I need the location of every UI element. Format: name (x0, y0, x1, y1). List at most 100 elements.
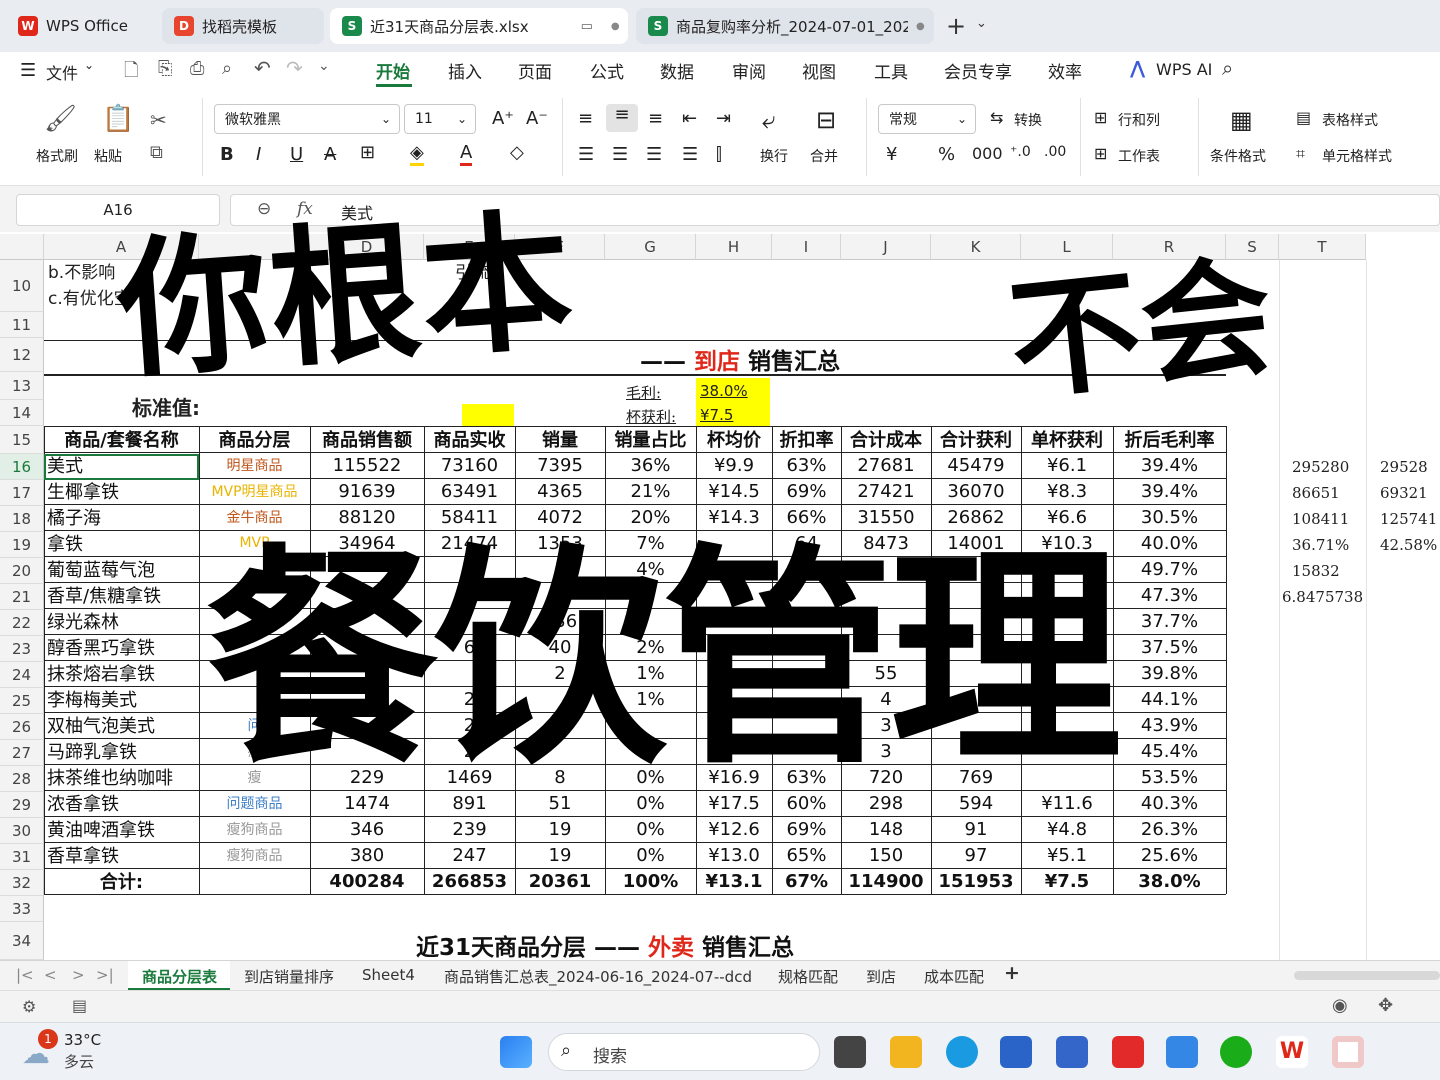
font-color-icon[interactable]: A (460, 142, 473, 166)
total-cell[interactable]: ¥7.5 (1021, 868, 1113, 894)
table-cell[interactable]: 27681 (841, 452, 931, 478)
row-header[interactable]: 16 (0, 454, 44, 480)
total-cell[interactable] (199, 868, 310, 894)
eye-icon[interactable]: ◉ (1332, 995, 1348, 1016)
row-header[interactable]: 17 (0, 480, 44, 506)
wps-ai-button[interactable]: WPS AI (1156, 60, 1212, 79)
increase-font-icon[interactable]: A⁺ (492, 108, 514, 129)
table-cell[interactable]: 37.7% (1113, 608, 1226, 634)
column-header[interactable]: G (605, 234, 696, 260)
table-cell[interactable]: 浓香拿铁 (44, 790, 199, 816)
table-cell[interactable]: 绿光森林 (44, 608, 199, 634)
row-header[interactable]: 20 (0, 558, 44, 584)
redo-icon[interactable]: ↷ (286, 56, 303, 80)
table-cell[interactable]: 44.1% (1113, 686, 1226, 712)
align-middle-icon[interactable]: ≡ (606, 104, 638, 132)
print-preview-icon[interactable]: ⌕ (222, 58, 232, 79)
sheet-tab[interactable]: 商品分层表 (142, 966, 217, 987)
number-format-select[interactable]: 常规 ⌄ (878, 104, 976, 134)
align-bottom-icon[interactable]: ≡ (648, 108, 663, 129)
table-cell[interactable]: 瘦狗商品 (199, 842, 310, 868)
table-cell[interactable]: ¥14.5 (696, 478, 772, 504)
sheet-tab[interactable]: 成本匹配 (924, 966, 984, 987)
table-cell[interactable]: 45479 (931, 452, 1021, 478)
table-cell[interactable]: 37.5% (1113, 634, 1226, 660)
table-cell[interactable]: 97 (931, 842, 1021, 868)
table-cell[interactable]: 香草/焦糖拿铁 (44, 582, 199, 608)
huawei-icon[interactable] (1112, 1036, 1144, 1068)
table-cell[interactable]: 45.4% (1113, 738, 1226, 764)
table-cell[interactable]: 69% (772, 478, 841, 504)
column-header[interactable]: I (772, 234, 841, 260)
table-header[interactable]: 合计获利 (931, 426, 1021, 452)
table-header[interactable]: 商品销售额 (310, 426, 424, 452)
side-value[interactable]: 108411 (1292, 510, 1349, 528)
table-cell[interactable]: 53.5% (1113, 764, 1226, 790)
chevron-down-icon[interactable]: ⌄ (84, 58, 94, 72)
tab-view[interactable]: 视图 (802, 58, 836, 83)
table-cell[interactable]: 4365 (515, 478, 605, 504)
justify-icon[interactable]: ☰ (682, 144, 698, 165)
row-header[interactable]: 10 (0, 260, 44, 312)
tab-active-workbook[interactable]: S 近31天商品分层表.xlsx ▭ ● (330, 8, 628, 44)
copy-icon[interactable]: ⧉ (150, 142, 163, 163)
row-header[interactable]: 21 (0, 584, 44, 610)
undo-icon[interactable]: ↶ (254, 56, 271, 80)
start-icon[interactable] (500, 1036, 532, 1068)
monitor-icon[interactable]: ▭ (581, 19, 593, 34)
tab-insert[interactable]: 插入 (448, 58, 482, 83)
row-header[interactable]: 31 (0, 844, 44, 870)
total-cell[interactable]: 400284 (310, 868, 424, 894)
table-header[interactable]: 销量 (515, 426, 605, 452)
table-cell[interactable]: 40.3% (1113, 790, 1226, 816)
border-icon[interactable]: ⊞ (360, 142, 375, 163)
task-view-icon[interactable] (834, 1036, 866, 1068)
table-cell[interactable]: 19 (515, 842, 605, 868)
table-cell[interactable]: 36% (605, 452, 696, 478)
menu-file[interactable]: 文件 (46, 60, 78, 84)
last-sheet-icon[interactable]: >| (96, 966, 114, 984)
table-cell[interactable]: 拿铁 (44, 530, 199, 556)
macro-icon[interactable]: ⚙ (22, 997, 36, 1016)
sheet-tab[interactable]: 到店 (866, 966, 896, 987)
side-value[interactable]: 29528 (1380, 458, 1428, 476)
store-icon[interactable] (1000, 1036, 1032, 1068)
table-cell[interactable]: 马蹄乳拿铁 (44, 738, 199, 764)
table-cell[interactable]: 39.8% (1113, 660, 1226, 686)
decrease-font-icon[interactable]: A⁻ (526, 108, 548, 129)
row-header[interactable]: 11 (0, 312, 44, 338)
format-painter-button[interactable]: 格式刷 (36, 146, 78, 166)
table-cell[interactable]: 239 (424, 816, 515, 842)
search-icon[interactable]: ⌕ (1222, 56, 1233, 80)
wps-taskbar-icon[interactable]: W (1276, 1036, 1308, 1068)
table-cell[interactable]: 双柚气泡美式 (44, 712, 199, 738)
clear-icon[interactable]: ◇ (510, 142, 524, 163)
strikethrough-icon[interactable]: A (324, 144, 336, 165)
table-cell[interactable]: 19 (515, 816, 605, 842)
total-cell[interactable]: ¥13.1 (696, 868, 772, 894)
row-header[interactable]: 29 (0, 792, 44, 818)
table-cell[interactable]: 73160 (424, 452, 515, 478)
table-cell[interactable]: 香草拿铁 (44, 842, 199, 868)
tab-tools[interactable]: 工具 (874, 58, 908, 83)
row-header[interactable]: 24 (0, 662, 44, 688)
row-col-button[interactable]: 行和列 (1118, 110, 1160, 130)
table-cell[interactable]: 黄油啤酒拿铁 (44, 816, 199, 842)
tab-data[interactable]: 数据 (660, 58, 694, 83)
row-header[interactable]: 30 (0, 818, 44, 844)
distribute-icon[interactable]: ⫿ (716, 144, 722, 165)
table-cell[interactable]: ¥12.6 (696, 816, 772, 842)
row-header[interactable]: 12 (0, 338, 44, 372)
table-cell[interactable]: 63% (772, 452, 841, 478)
row-header[interactable]: 18 (0, 506, 44, 532)
tab-template[interactable]: D 找稻壳模板 (162, 8, 324, 44)
total-cell[interactable]: 100% (605, 868, 696, 894)
wrap-text-button[interactable]: 换行 (760, 146, 788, 166)
table-cell[interactable]: 葡萄蓝莓气泡 (44, 556, 199, 582)
row-header[interactable]: 27 (0, 740, 44, 766)
std-margin-value[interactable]: 38.0% (700, 382, 748, 400)
table-cell[interactable]: 醇香黑巧拿铁 (44, 634, 199, 660)
table-cell[interactable]: ¥8.3 (1021, 478, 1113, 504)
table-cell[interactable]: 21% (605, 478, 696, 504)
table-cell[interactable]: 李梅梅美式 (44, 686, 199, 712)
